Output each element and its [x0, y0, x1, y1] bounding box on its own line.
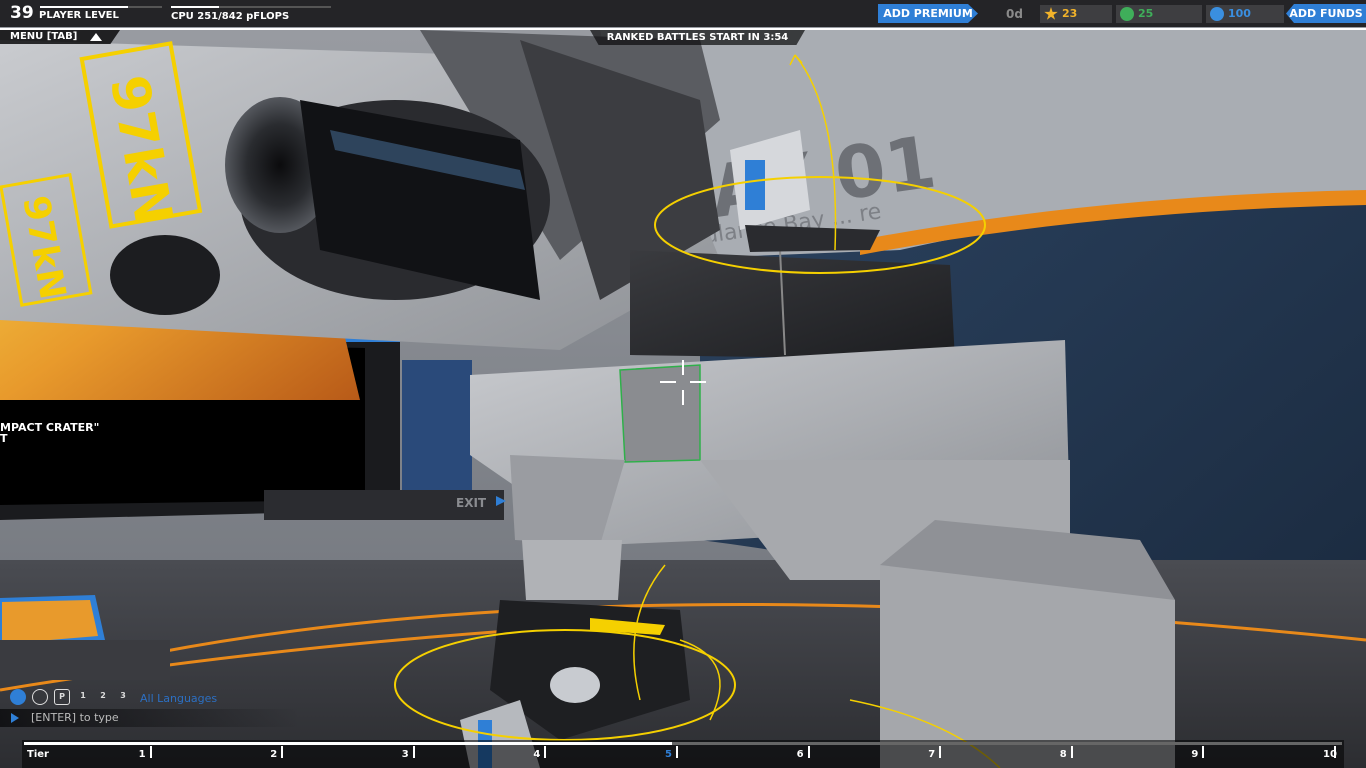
ranked-timer: RANKED BATTLES START IN 3:54 — [590, 30, 805, 45]
chat-placeholder: [ENTER] to type — [31, 711, 119, 724]
tier-tick-6: 6 — [796, 749, 804, 760]
tier-tick-mark — [1202, 746, 1205, 758]
tier-tick-mark — [412, 746, 415, 758]
robits-stars-counter[interactable]: 23 — [1040, 5, 1112, 23]
tier-tick-4: 4 — [533, 749, 541, 760]
screen-caption-2: T — [0, 432, 8, 445]
add-premium-button[interactable]: ADD PREMIUM — [878, 4, 978, 23]
gc-icon — [1210, 7, 1224, 21]
gc-value: 100 — [1228, 7, 1251, 20]
tier-progress-remaining — [672, 742, 1342, 745]
language-filter[interactable]: All Languages — [140, 692, 217, 705]
cpu-progress — [171, 6, 331, 8]
tier-tick-mark — [149, 746, 152, 758]
tier-tick-mark — [281, 746, 284, 758]
galaxy-coins-counter[interactable]: 100 — [1206, 5, 1284, 23]
team-3-icon[interactable]: 3 — [116, 689, 130, 703]
player-level-label: PLAYER LEVEL — [39, 10, 119, 21]
tier-tick-3: 3 — [401, 749, 409, 760]
tier-tick-mark — [1334, 746, 1336, 758]
tier-tick-1: 1 — [138, 749, 146, 760]
accessibility-icon[interactable] — [32, 689, 48, 705]
tier-tick-mark — [676, 746, 678, 758]
team-2-icon[interactable]: 2 — [96, 689, 110, 703]
cpu-label: CPU 251/842 pFLOPS — [171, 11, 290, 22]
exit-sign: EXIT — [456, 496, 487, 510]
hud-divider — [0, 28, 1366, 30]
tier-tick-9: 9 — [1191, 749, 1199, 760]
player-level-number: 39 — [10, 3, 34, 23]
game-viewport[interactable]: BAY 01 Ambulance Bay ... re MPACT CRATER… — [0, 0, 1366, 768]
tier-tick-5: 5 — [665, 749, 672, 760]
tier-tick-7: 7 — [928, 749, 936, 760]
stars-value: 23 — [1062, 7, 1078, 20]
team-1-icon[interactable]: 1 — [76, 689, 90, 703]
tier-tick-mark — [544, 746, 547, 758]
menu-up-icon[interactable] — [90, 33, 102, 41]
rp-counter[interactable]: 25 — [1116, 5, 1202, 23]
globe-icon[interactable] — [10, 689, 26, 705]
menu-button[interactable]: MENU [TAB] — [0, 30, 120, 44]
cpu-progress-fill — [171, 6, 219, 8]
rp-icon — [1120, 7, 1134, 21]
tier-tick-2: 2 — [270, 749, 278, 760]
rp-value: 25 — [1138, 7, 1154, 20]
tier-tick-mark — [807, 746, 810, 758]
player-level-progress — [40, 6, 162, 8]
add-funds-button[interactable]: ADD FUNDS — [1286, 4, 1366, 23]
tier-tick-8: 8 — [1059, 749, 1067, 760]
chat-arrow-icon — [11, 713, 19, 723]
premium-days: 0d — [1006, 7, 1023, 21]
player-level-progress-fill — [40, 6, 128, 8]
tier-tick-mark — [1070, 746, 1073, 758]
screen-caption: MPACT CRATER" — [0, 421, 99, 434]
tier-tick-mark — [939, 746, 942, 758]
star-icon — [1044, 7, 1058, 20]
party-icon[interactable]: P — [54, 689, 70, 705]
tier-label: Tier — [27, 749, 49, 760]
